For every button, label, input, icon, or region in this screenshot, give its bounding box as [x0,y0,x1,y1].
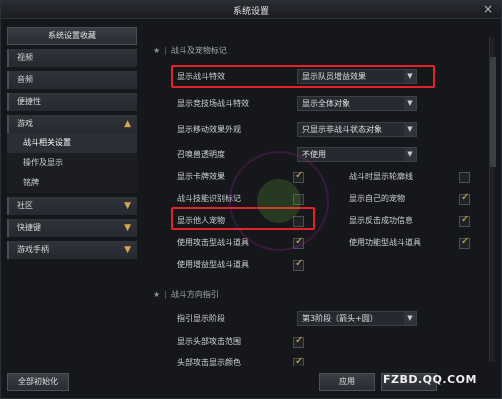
dropdown-value: 只显示非战斗状态对象 [302,125,382,134]
chevron-down-icon: ▼ [404,97,416,110]
sidebar-sub-nameplate[interactable]: 铭牌 [7,173,137,193]
sidebar-item-label: 游戏手柄 [17,245,49,254]
sidebar-item-video[interactable]: 视频 [7,49,137,67]
setting-label: 战斗时显示轮廓线 [349,172,413,181]
chevron-down-icon: ▼ [124,245,131,255]
sidebar-sub-label: 战斗相关设置 [23,138,71,147]
chevron-down-icon: ▼ [124,201,131,211]
sidebar-item-label: 音频 [17,75,33,84]
sidebar-sub-label: 操作及显示 [23,158,63,167]
sidebar-sub-combat-settings[interactable]: 战斗相关设置 [7,133,137,153]
scrollbar[interactable] [489,37,496,362]
section-header-combat-pet: ★ | 战斗及宠物标记 [153,45,227,59]
sidebar-item-hotkeys[interactable]: 快捷键 ▼ [7,219,137,237]
sidebar-item-label: 快捷键 [17,223,41,232]
combat-outline-checkbox[interactable] [459,172,470,183]
setting-label: 显示移动效果外观 [177,125,241,134]
head-attack-range-checkbox[interactable] [293,335,304,348]
setting-label: 头部攻击显示颜色 [177,358,241,366]
scrollbar-thumb[interactable] [490,57,496,167]
chevron-down-icon: ▼ [124,223,131,233]
sidebar-item-convenience[interactable]: 便捷性 [7,93,137,111]
guide-stage-dropdown[interactable]: 第3阶段（箭头+圆） ▼ [297,311,417,326]
own-pet-checkbox[interactable] [459,192,470,205]
watermark-seal [229,151,329,251]
sidebar-item-label: 游戏 [17,119,33,128]
dropdown-value: 第3阶段（箭头+圆） [302,314,378,323]
section-title: 战斗及宠物标记 [170,46,227,55]
setting-label: 显示反击成功信息 [349,216,413,225]
close-icon[interactable]: × [481,2,495,16]
move-effect-dropdown[interactable]: 只显示非战斗状态对象 ▼ [297,122,417,137]
head-attack-color-checkbox[interactable] [293,356,304,366]
func-item-checkbox[interactable] [459,236,470,249]
settings-window: 系统设置 × 系统设置收藏 视频 音频 便捷性 游戏 ▲ 战斗相关设置 操作及显… [0,0,502,399]
chevron-up-icon: ▲ [124,119,131,129]
section-header-direction: ★ | 战斗方向指引 [153,289,219,303]
sidebar-favorites-header[interactable]: 系统设置收藏 [7,27,137,45]
setting-label: 使用攻击型战斗道具 [177,238,249,247]
setting-label: 显示自己的宠物 [349,194,405,203]
highlight-box [171,65,435,88]
sidebar-item-label: 社区 [17,201,33,210]
star-icon: ★ [153,290,161,299]
sidebar-item-game[interactable]: 游戏 ▲ [7,115,137,133]
apply-button[interactable]: 应用 [319,373,375,391]
sidebar-item-label: 视频 [17,53,33,62]
setting-label: 显示卡牌效果 [177,172,225,181]
setting-label: 显示头部攻击范围 [177,337,241,346]
window-title: 系统设置 [232,7,269,17]
star-icon: ★ [153,46,161,55]
dropdown-value: 显示全体对象 [302,99,350,108]
chevron-down-icon: ▼ [404,312,416,325]
sidebar-item-community[interactable]: 社区 ▼ [7,197,137,215]
setting-label: 召唤兽透明度 [177,150,225,159]
sidebar-item-label: 便捷性 [17,97,41,106]
sidebar-sub-control-display[interactable]: 操作及显示 [7,153,137,173]
setting-label: 显示竞技场战斗特效 [177,99,249,108]
title-bar: 系统设置 × [1,1,501,19]
setting-label: 使用增益型战斗道具 [177,260,249,269]
setting-label: 使用功能型战斗道具 [349,238,421,247]
chevron-down-icon: ▼ [404,148,416,161]
dropdown-value: 不使用 [302,150,326,159]
reset-all-button[interactable]: 全部初始化 [7,373,69,391]
arena-effect-dropdown[interactable]: 显示全体对象 ▼ [297,96,417,111]
site-watermark: FZBD.QQ.COM [383,373,477,386]
sidebar-sub-label: 铭牌 [23,178,39,187]
sidebar-item-audio[interactable]: 音频 [7,71,137,89]
sidebar-item-gamepad[interactable]: 游戏手柄 ▼ [7,241,137,259]
watermark-seal-center [257,179,301,223]
counter-info-checkbox[interactable] [459,214,470,227]
sidebar: 系统设置收藏 视频 音频 便捷性 游戏 ▲ 战斗相关设置 操作及显示 铭牌 社区… [7,27,137,367]
divider: | [164,290,167,299]
buff-item-checkbox[interactable] [293,258,304,271]
setting-label: 指引显示阶段 [177,314,225,323]
chevron-down-icon: ▼ [404,123,416,136]
section-title: 战斗方向指引 [170,290,219,299]
summon-transparency-dropdown[interactable]: 不使用 ▼ [297,147,417,162]
divider: | [164,46,167,55]
